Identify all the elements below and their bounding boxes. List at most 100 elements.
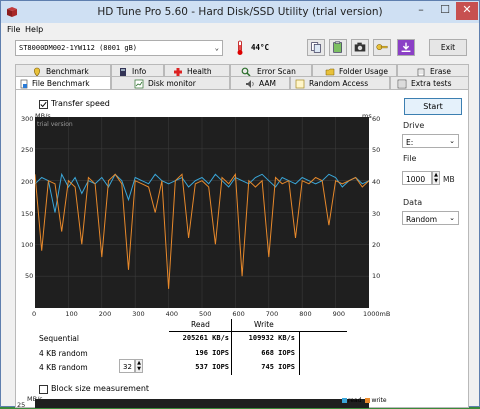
tab-disk-monitor[interactable]: Disk monitor	[111, 76, 230, 89]
block-size-checkbox[interactable]	[39, 385, 48, 394]
temperature-readout: 44°C	[251, 43, 270, 52]
drive-combo[interactable]: E: ⌄	[402, 134, 459, 148]
clipboard-icon	[333, 41, 342, 53]
y-left-tick: 200	[21, 178, 34, 186]
tab-error-scan-label: Error Scan	[257, 67, 296, 76]
spin-down-icon: ▼	[137, 366, 141, 372]
app-window: HD Tune Pro 5.60 - Hard Disk/SSD Utility…	[0, 0, 480, 409]
data-pattern-combo[interactable]: Random ⌄	[402, 211, 459, 225]
x-tick-label: 700	[265, 310, 279, 318]
x-tick-label: 300	[132, 310, 145, 318]
thermometer-icon	[237, 40, 243, 55]
copy-screenshot-button[interactable]	[329, 39, 347, 56]
y-right-tick: 10	[372, 272, 381, 280]
y-left-tick: 300	[21, 115, 34, 123]
tab-row-bottom: File Benchmark Disk monitor AAM Random A…	[15, 76, 469, 90]
extra-tests-icon	[397, 79, 407, 89]
copy-icon	[311, 42, 321, 53]
tab-folder-usage-label: Folder Usage	[339, 67, 388, 76]
x-tick-label: 900	[332, 310, 346, 318]
tab-extra-tests[interactable]: Extra tests	[390, 76, 469, 89]
queue-depth-spinner[interactable]: ▲ ▼	[135, 359, 143, 373]
transfer-speed-label: Transfer speed	[51, 99, 110, 108]
options-button[interactable]	[373, 39, 391, 56]
random-access-icon	[295, 79, 305, 89]
spin-down-icon: ▼	[434, 178, 438, 184]
tab-aam[interactable]: AAM	[230, 76, 290, 89]
tab-disk-monitor-label: Disk monitor	[148, 79, 196, 88]
speaker-icon	[246, 80, 254, 88]
y-left-tick: 100	[21, 241, 34, 249]
sequential-read: 205261 KB/s	[182, 334, 229, 342]
x-tick-label: 500	[199, 310, 212, 318]
exit-button[interactable]: Exit	[429, 39, 467, 56]
start-button[interactable]: Start	[404, 98, 462, 115]
data-pattern-value: Random	[406, 215, 438, 224]
sequential-write: 109932 KB/s	[248, 334, 295, 342]
x-tick-label: 600	[232, 310, 245, 318]
download-icon	[401, 42, 411, 52]
tab-file-benchmark[interactable]: File Benchmark	[15, 76, 111, 90]
y-left-tick: 250	[21, 146, 34, 154]
y-right-tick: 20	[372, 241, 381, 249]
block-size-label: Block size measurement	[51, 384, 150, 393]
chevron-down-icon: ⌄	[449, 137, 455, 145]
maximize-icon: ☐	[440, 3, 450, 16]
drive-selector-value: ST8000DM002-1YW112 (8001 gB)	[19, 44, 138, 52]
row-label: 4 KB random	[39, 349, 88, 358]
download-button[interactable]	[397, 39, 415, 56]
maximize-button[interactable]: ☐	[433, 2, 457, 20]
menu-help[interactable]: Help	[25, 25, 43, 34]
legend-read-swatch	[342, 398, 347, 403]
x-tick-label: 200	[98, 310, 112, 318]
drive-combo-value: E:	[406, 138, 414, 147]
transfer-speed-checkbox[interactable]	[39, 100, 48, 109]
title-bar: HD Tune Pro 5.60 - Hard Disk/SSD Utility…	[1, 1, 479, 23]
file-size-spinner[interactable]: ▲ ▼	[432, 171, 440, 185]
tab-random-access[interactable]: Random Access	[290, 76, 390, 89]
tab-info-label: Info	[132, 67, 147, 76]
chevron-down-icon: ⌄	[214, 44, 219, 52]
drive-selector[interactable]: ST8000DM002-1YW112 (8001 gB) ⌄	[15, 40, 223, 56]
tab-file-benchmark-label: File Benchmark	[32, 79, 90, 88]
close-button[interactable]: ✕	[456, 2, 478, 20]
y-right-tick: 30	[372, 210, 381, 218]
y-right-tick: 50	[372, 146, 381, 154]
window-title: HD Tune Pro 5.60 - Hard Disk/SSD Utility…	[97, 6, 383, 18]
checkmark-icon	[40, 101, 47, 108]
results-divider	[231, 319, 232, 375]
legend-write-swatch	[365, 398, 371, 403]
y-right-tick: 60	[372, 115, 381, 123]
file-unit: MB	[443, 175, 455, 184]
x-tick-label: 100	[65, 310, 78, 318]
y-left-tick: 50	[25, 272, 34, 280]
random-4k-write: 668 IOPS	[261, 349, 295, 357]
x-tick-label: 400	[165, 310, 179, 318]
chevron-down-icon: ⌄	[449, 214, 455, 222]
menu-bar: File Help	[1, 23, 479, 37]
legend-read: read	[348, 397, 362, 404]
screenshot-button[interactable]	[351, 39, 369, 56]
copy-info-button[interactable]	[307, 39, 325, 56]
minimize-icon: –	[418, 3, 424, 16]
random-4k-read: 196 IOPS	[195, 349, 229, 357]
key-icon	[376, 44, 388, 50]
trial-watermark: trial version	[37, 121, 73, 128]
menu-file[interactable]: File	[7, 25, 20, 34]
x-tick-label: 800	[299, 310, 312, 318]
camera-icon	[354, 42, 366, 52]
tab-erase-label: Erase	[430, 67, 451, 76]
y-right-tick: 40	[372, 178, 381, 186]
file-label: File	[403, 154, 417, 163]
queue-depth-input[interactable]: 32	[119, 359, 135, 373]
results-header-rule	[169, 331, 347, 332]
file-size-input[interactable]: 1000	[402, 171, 432, 185]
tab-extra-tests-label: Extra tests	[411, 79, 452, 88]
close-icon: ✕	[462, 3, 472, 16]
minimize-button[interactable]: –	[409, 2, 433, 20]
row-label: Sequential	[39, 334, 79, 343]
random-4k-qd-read: 537 IOPS	[195, 363, 229, 371]
transfer-chart: trial version	[34, 117, 370, 308]
tab-aam-label: AAM	[259, 79, 276, 88]
monitor-icon	[134, 79, 144, 89]
